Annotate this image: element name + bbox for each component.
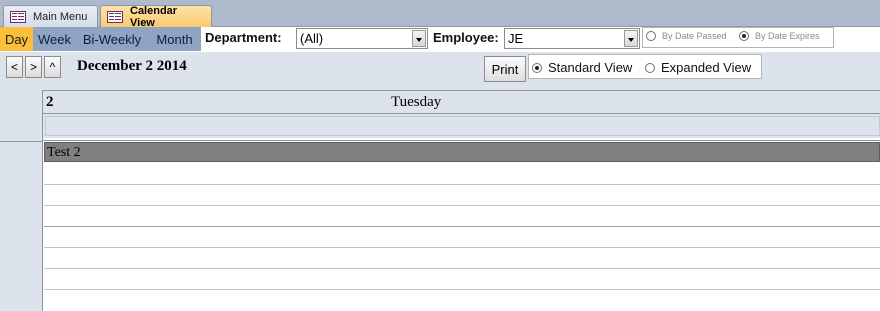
form-icon: [10, 10, 26, 23]
bi-weekly-view-button[interactable]: Bi-Weekly: [76, 27, 148, 51]
calendar-toolbar: Day Week Bi-Weekly Month Department: (Al…: [0, 27, 880, 52]
time-gutter: [0, 90, 43, 311]
expanded-view-label: Expanded View: [661, 60, 752, 75]
gutter-divider: [0, 141, 43, 142]
event-title: Test 2: [47, 145, 81, 160]
radio-selected-icon[interactable]: [532, 62, 542, 73]
tab-calendar-view[interactable]: Calendar View: [100, 5, 212, 29]
all-day-row: [43, 114, 880, 138]
standard-view-option[interactable]: Standard View: [532, 60, 632, 75]
current-date-title: December 2 2014: [77, 58, 187, 74]
day-name: Tuesday: [391, 94, 442, 110]
time-slot-line: [44, 226, 880, 227]
time-slot-line: [44, 184, 880, 185]
time-slot-line: [44, 268, 880, 269]
by-date-passed-option[interactable]: By Date Passed: [646, 31, 727, 41]
department-label: Department:: [205, 30, 282, 45]
time-slot-line: [44, 289, 880, 290]
radio-icon[interactable]: [645, 62, 655, 73]
time-slot-line: [44, 247, 880, 248]
document-tab-strip: Main Menu Calendar View: [0, 0, 880, 29]
radio-selected-icon[interactable]: [739, 31, 749, 41]
department-combo[interactable]: (All): [296, 28, 428, 49]
all-day-slot[interactable]: [45, 116, 880, 136]
section-divider: [43, 138, 880, 141]
by-date-expires-option[interactable]: By Date Expires: [739, 31, 820, 41]
employee-combo[interactable]: JE: [504, 28, 640, 49]
previous-button[interactable]: <: [6, 56, 23, 78]
standard-view-label: Standard View: [548, 60, 633, 75]
view-mode-group: Standard View Expanded View: [528, 54, 762, 79]
print-button[interactable]: Print: [484, 56, 526, 82]
next-button[interactable]: >: [25, 56, 42, 78]
chevron-down-icon[interactable]: [412, 30, 426, 47]
month-view-button[interactable]: Month: [148, 27, 201, 51]
employee-value: JE: [508, 31, 524, 46]
calendar-event[interactable]: Test 2: [44, 142, 880, 162]
date-filter-group: By Date Passed By Date Expires: [642, 27, 834, 48]
tab-label: Main Menu: [33, 10, 88, 23]
by-date-passed-label: By Date Passed: [662, 31, 727, 41]
navigation-bar: < > ^ December 2 2014 Print Standard Vie…: [0, 52, 880, 90]
day-header: 2 Tuesday: [43, 90, 880, 114]
expanded-view-option[interactable]: Expanded View: [645, 60, 751, 75]
by-date-expires-label: By Date Expires: [755, 31, 820, 41]
department-value: (All): [300, 31, 324, 46]
tab-label: Calendar View: [130, 5, 178, 29]
radio-icon[interactable]: [646, 31, 656, 41]
week-view-button[interactable]: Week: [33, 27, 76, 51]
tab-main-menu[interactable]: Main Menu: [3, 5, 98, 27]
form-icon: [107, 11, 123, 23]
chevron-down-icon[interactable]: [624, 30, 638, 47]
up-button[interactable]: ^: [44, 56, 61, 78]
time-slot-line: [44, 205, 880, 206]
day-view-button[interactable]: Day: [0, 27, 33, 51]
employee-label: Employee:: [433, 30, 499, 45]
day-number: 2: [46, 94, 54, 110]
